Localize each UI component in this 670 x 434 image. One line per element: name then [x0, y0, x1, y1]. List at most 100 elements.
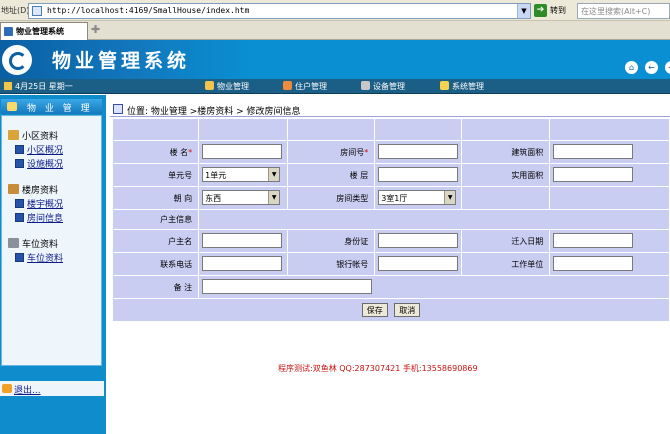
move-in-input[interactable] [553, 232, 634, 248]
home-icon[interactable]: ⌂ [625, 61, 638, 74]
phone-input[interactable] [202, 255, 283, 271]
doc-icon [15, 253, 24, 262]
page-icon [32, 6, 42, 16]
chevron-down-icon[interactable]: ▼ [517, 4, 530, 18]
search-placeholder: 在这里搜索(Alt+C) [581, 7, 651, 16]
sidebar-link[interactable]: 小区概况 [27, 146, 63, 156]
sidebar-link[interactable]: 楼宇概况 [27, 200, 63, 210]
user-icon [283, 81, 292, 90]
nav-item-system[interactable]: 系统管理 [440, 81, 484, 92]
cancel-button[interactable]: 取消 [394, 303, 421, 317]
address-input[interactable]: http://localhost:4169/SmallHouse/index.h… [28, 3, 531, 19]
room-type-select[interactable]: 3室1厅 ▼ [378, 189, 457, 205]
site-title: 物业管理系统 [52, 50, 191, 72]
building-input[interactable] [202, 143, 283, 159]
search-input[interactable]: 在这里搜索(Alt+C) [577, 3, 670, 19]
go-label: 转到 [550, 6, 566, 15]
list-icon [113, 104, 123, 114]
sidebar-item-community-overview[interactable]: 小区概况 [15, 143, 63, 156]
bank-input[interactable] [378, 255, 459, 271]
address-url[interactable]: http://localhost:4169/SmallHouse/index.h… [47, 6, 249, 15]
room-type-value: 3室1厅 [381, 193, 408, 203]
id-card-input[interactable] [378, 232, 459, 248]
remark-cell [199, 276, 669, 298]
site-icon [4, 27, 13, 36]
nav-item-label: 设备管理 [373, 82, 405, 91]
usable-area-input[interactable] [553, 166, 634, 182]
sidebar-item-building-overview[interactable]: 楼宇概况 [15, 197, 63, 210]
sidebar-group-community[interactable]: 小区资料 [8, 129, 58, 142]
chevron-down-icon: ▼ [268, 190, 280, 204]
building-icon [8, 130, 19, 140]
sidebar-item-rooms[interactable]: 房间信息 [15, 211, 63, 224]
sidebar-heading: 物 业 管 理 [1, 99, 102, 114]
required-mark: * [188, 147, 193, 157]
sidebar-link[interactable]: 房间信息 [27, 214, 63, 224]
area-input[interactable] [553, 143, 634, 159]
owner-name-cell [199, 230, 288, 252]
move-in-cell [550, 230, 669, 252]
save-button[interactable]: 保存 [361, 303, 388, 317]
nav-item-label: 住户管理 [295, 82, 327, 91]
owner-name-input[interactable] [202, 232, 283, 248]
form-row: 单元号 1单元 ▼ 楼 层 实用面积 [113, 164, 669, 186]
logout-button[interactable]: 退出... [0, 381, 104, 396]
form-row: 楼 名* 房间号* 建筑面积 [113, 141, 669, 163]
browser-tab[interactable]: 物业管理系统 [0, 22, 88, 40]
tab-title: 物业管理系统 [16, 27, 64, 36]
room-no-cell [375, 141, 462, 163]
breadcrumb: 位置: 物业管理 >楼房资料 > 修改房间信息 [110, 101, 670, 117]
nav-item-equipment[interactable]: 设备管理 [361, 81, 405, 92]
form-row: 备 注 [113, 276, 669, 298]
sidebar-item-parking[interactable]: 车位资料 [15, 251, 63, 264]
empty-cell [462, 187, 550, 209]
sidebar-link[interactable]: 车位资料 [27, 254, 63, 264]
usable-area-label: 实用面积 [462, 164, 550, 186]
main-content: 位置: 物业管理 >楼房资料 > 修改房间信息 楼 名* 房间号* 建筑面积 单… [110, 101, 670, 434]
browser-address-bar: 地址(D) http://localhost:4169/SmallHouse/i… [0, 0, 670, 21]
required-mark: * [364, 147, 369, 157]
date-text: 4月25日 星期一 [15, 82, 73, 91]
owner-name-label: 户主名 [113, 230, 199, 252]
chevron-down-icon: ▼ [268, 167, 280, 181]
employer-input[interactable] [553, 255, 634, 271]
address-label: 地址(D) [1, 6, 30, 15]
go-button[interactable]: ➔ 转到 [534, 4, 574, 18]
chevron-down-icon: ▼ [444, 190, 456, 204]
logout-link[interactable]: 退出... [14, 383, 41, 396]
nav-item-residents[interactable]: 住户管理 [283, 81, 327, 92]
owner-section-fill [199, 210, 669, 229]
sidebar-group-parking[interactable]: 车位资料 [8, 237, 58, 250]
owner-section-label: 户主信息 [113, 210, 199, 229]
new-tab-icon[interactable]: ✚ [91, 24, 103, 36]
building-label: 楼 名* [113, 141, 199, 163]
remark-input[interactable] [202, 278, 373, 294]
sidebar-link[interactable]: 设施概况 [27, 160, 63, 170]
move-in-label: 迁入日期 [462, 230, 550, 252]
logo-block: 物业管理系统 [0, 40, 250, 79]
unit-label: 单元号 [113, 164, 199, 186]
sidebar-menu: 小区资料 小区概况 设施概况 楼房资料 楼宇概况 房间信息 车位资料 车位资料 [1, 115, 102, 366]
forward-icon[interactable]: → [665, 61, 670, 74]
doc-icon [15, 159, 24, 168]
footer-credits: 程序测试:双鱼林 QQ:287307421 手机:13558690869 [278, 364, 478, 373]
sidebar-group-buildings[interactable]: 楼房资料 [8, 183, 58, 196]
sidebar-group-label: 小区资料 [22, 132, 59, 142]
gear-icon [440, 81, 449, 90]
remark-label: 备 注 [113, 276, 199, 298]
nav-item-property[interactable]: 物业管理 [205, 81, 249, 92]
nav-item-label: 系统管理 [452, 82, 484, 91]
employer-label: 工作单位 [462, 253, 550, 275]
floor-input[interactable] [378, 166, 459, 182]
orientation-select[interactable]: 东西 ▼ [202, 189, 281, 205]
doc-icon [15, 199, 24, 208]
sidebar-item-facilities[interactable]: 设施概况 [15, 157, 63, 170]
phone-cell [199, 253, 288, 275]
room-no-input[interactable] [378, 143, 459, 159]
house-icon [205, 81, 214, 90]
unit-select[interactable]: 1单元 ▼ [202, 166, 281, 182]
form-row: 朝 向 东西 ▼ 房间类型 3室1厅 ▼ [113, 187, 669, 209]
back-icon[interactable]: ← [645, 61, 658, 74]
building-icon [8, 184, 19, 194]
form-spacer-row [113, 119, 669, 140]
